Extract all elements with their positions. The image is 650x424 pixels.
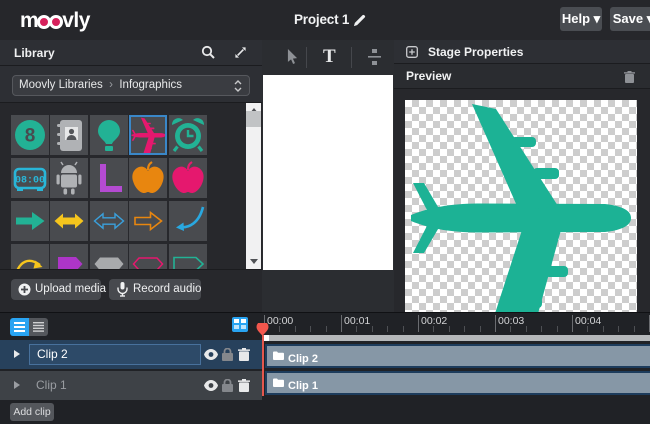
svg-text:08:00: 08:00 bbox=[15, 175, 45, 186]
svg-text:8: 8 bbox=[25, 125, 36, 146]
